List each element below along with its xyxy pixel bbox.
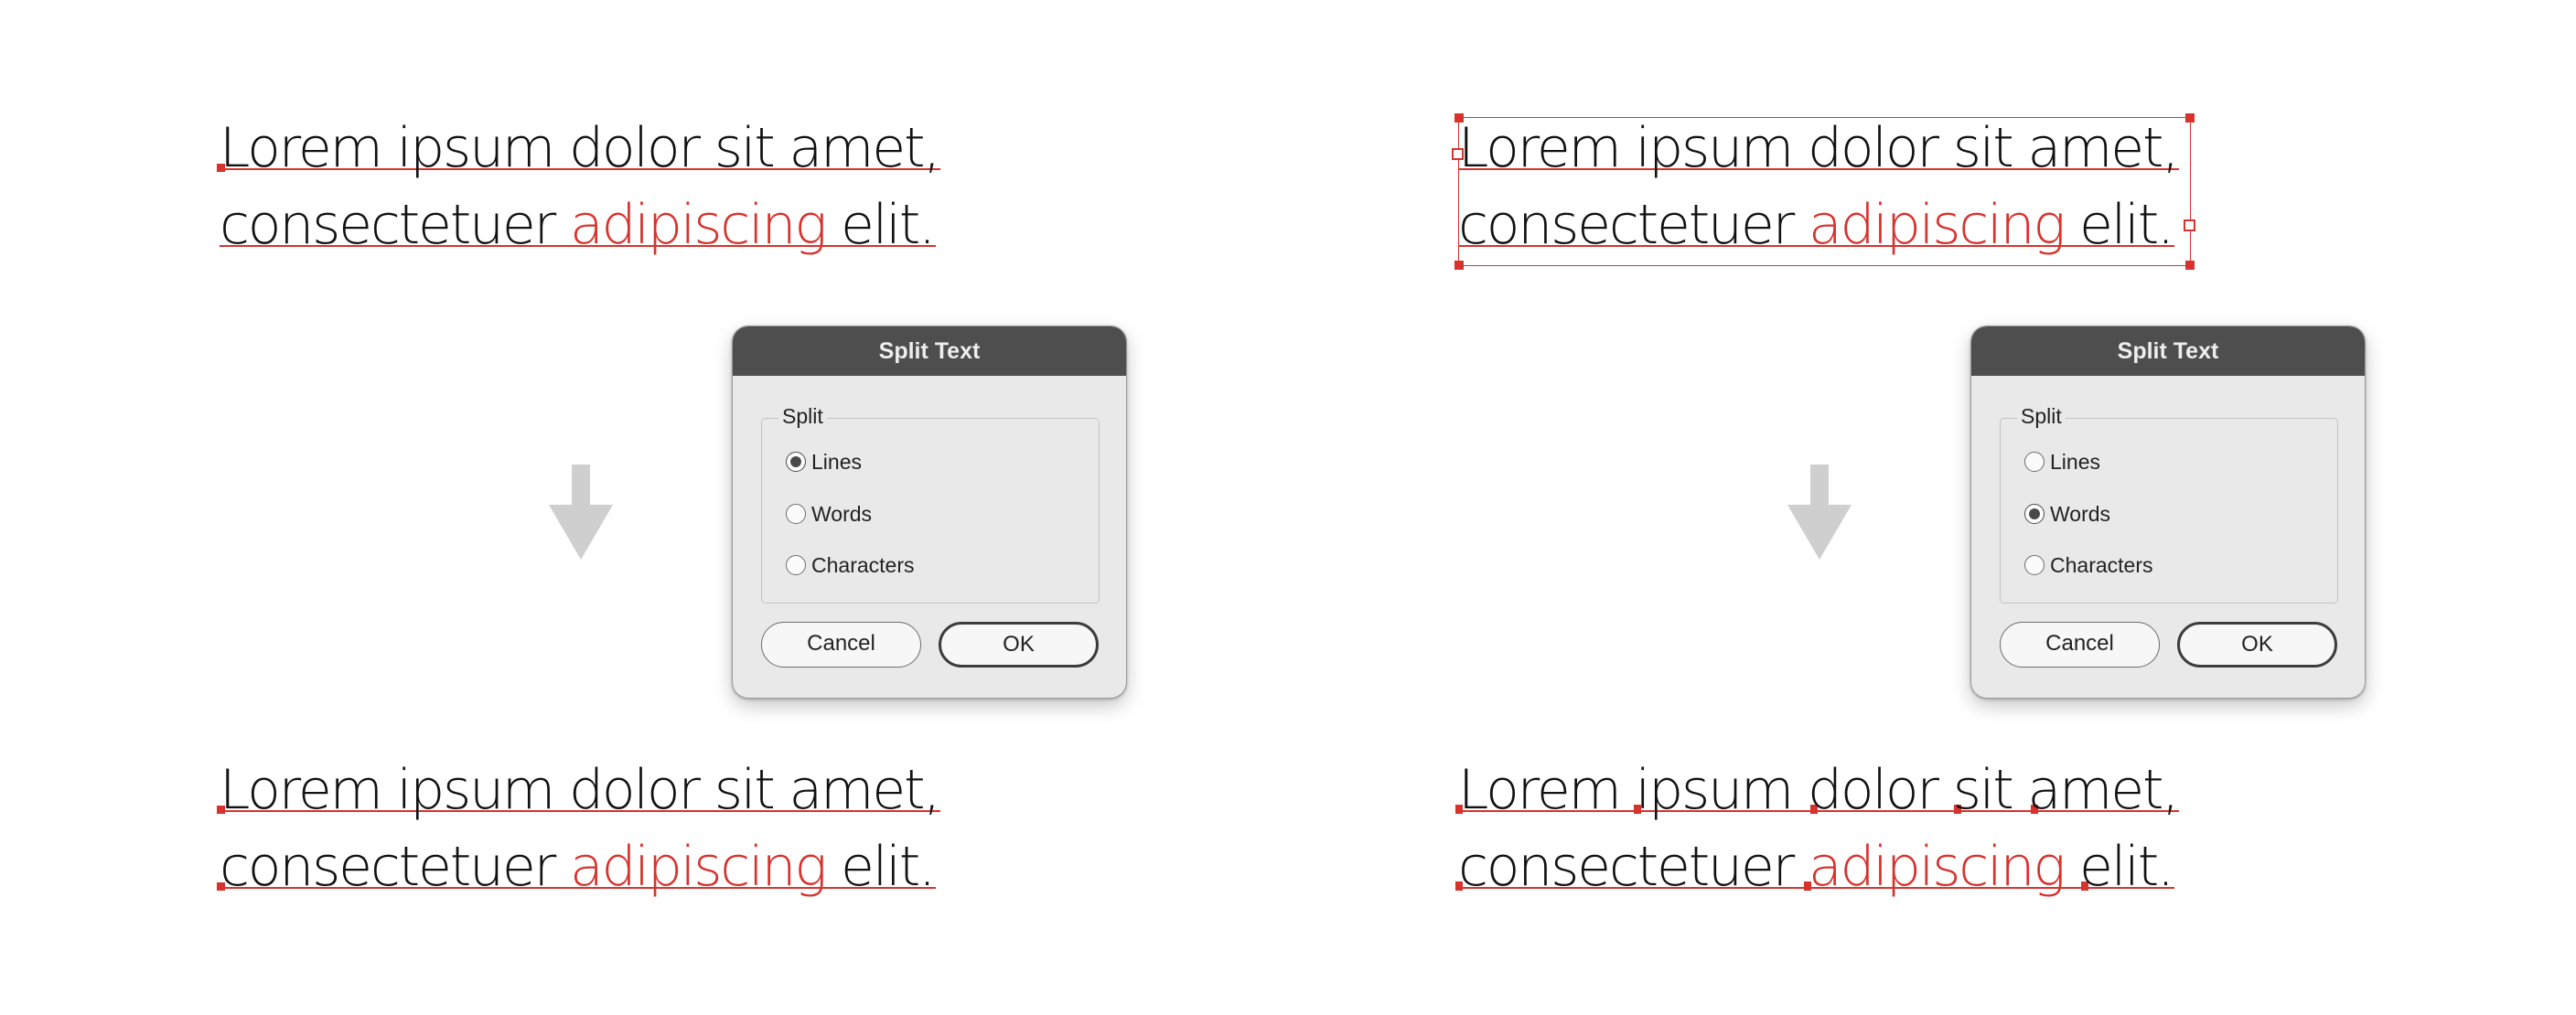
split-text-dialog: Split Text Split Lines Words Characters …: [732, 326, 1127, 699]
split-group-label: Split: [778, 403, 827, 429]
radio-lines[interactable]: Lines: [2024, 446, 2100, 477]
ok-button[interactable]: OK: [939, 622, 1099, 668]
text-highlight: adipiscing: [1808, 835, 2066, 899]
text-line-2: consectetuer adipiscing elit.: [220, 830, 936, 903]
text-line-1-content: Lorem ipsum dolor sit amet,: [220, 116, 940, 180]
text-segment: elit.: [825, 193, 936, 257]
radio-button[interactable]: [2024, 452, 2045, 472]
text-line-1: Lorem ipsum dolor sit amet,: [1458, 112, 2179, 185]
text-segment: consectetuer: [220, 193, 570, 257]
radio-button[interactable]: [786, 555, 806, 575]
radio-label: Lines: [811, 449, 862, 474]
arrow-down-icon: [549, 465, 613, 560]
panel-split-words: Lorem ipsum dolor sit amet, consectetuer…: [1239, 0, 2527, 1015]
ok-button[interactable]: OK: [2177, 622, 2337, 668]
resize-handle[interactable]: [2185, 113, 2195, 123]
dialog-title: Split Text: [733, 326, 1126, 376]
radio-characters[interactable]: Characters: [2024, 550, 2152, 581]
text-line-1-content: Lorem ipsum dolor sit amet,: [1458, 758, 2179, 822]
text-highlight: adipiscing: [1808, 193, 2066, 257]
text-out-port-handle[interactable]: [2184, 219, 2195, 231]
radio-button-selected[interactable]: [786, 452, 806, 472]
text-line-1-content: Lorem ipsum dolor sit amet,: [1458, 116, 2179, 180]
dialog-title: Split Text: [1971, 326, 2365, 376]
text-segment: elit.: [2064, 835, 2174, 899]
split-text-dialog: Split Text Split Lines Words Characters …: [1970, 326, 2366, 699]
text-line-2: consectetuer adipiscing elit.: [1458, 830, 2174, 903]
radio-button[interactable]: [786, 504, 806, 524]
split-group-label: Split: [2017, 403, 2066, 429]
text-segment: consectetuer: [220, 835, 570, 899]
radio-words[interactable]: Words: [786, 498, 872, 529]
text-line-1: Lorem ipsum dolor sit amet,: [220, 112, 940, 185]
radio-label: Words: [811, 501, 873, 526]
radio-label: Words: [2050, 501, 2111, 526]
text-segment: elit.: [825, 835, 936, 899]
text-line-1: Lorem ipsum dolor sit amet,: [220, 753, 940, 827]
text-highlight: adipiscing: [569, 193, 827, 257]
text-line-1: Lorem ipsum dolor sit amet,: [1458, 753, 2179, 827]
radio-label: Lines: [2050, 449, 2100, 474]
arrow-down-icon: [1787, 465, 1852, 560]
cancel-button[interactable]: Cancel: [2000, 622, 2160, 668]
radio-label: Characters: [2050, 552, 2153, 577]
radio-button-selected[interactable]: [2024, 504, 2045, 524]
resize-handle[interactable]: [2185, 261, 2195, 270]
radio-words[interactable]: Words: [2024, 498, 2110, 529]
text-highlight: adipiscing: [569, 835, 827, 899]
radio-lines[interactable]: Lines: [786, 446, 862, 477]
text-line-1-content: Lorem ipsum dolor sit amet,: [220, 758, 940, 822]
text-line-2: consectetuer adipiscing elit.: [1458, 188, 2174, 262]
cancel-button[interactable]: Cancel: [761, 622, 921, 668]
panel-split-lines: Lorem ipsum dolor sit amet, consectetuer…: [0, 0, 1288, 1015]
text-segment: consectetuer: [1458, 835, 1809, 899]
radio-button[interactable]: [2024, 555, 2045, 575]
resize-handle[interactable]: [1454, 261, 1464, 270]
text-line-2: consectetuer adipiscing elit.: [220, 188, 936, 262]
text-segment: elit.: [2064, 193, 2174, 257]
text-segment: consectetuer: [1458, 193, 1809, 257]
radio-label: Characters: [811, 552, 915, 577]
radio-characters[interactable]: Characters: [786, 550, 914, 581]
